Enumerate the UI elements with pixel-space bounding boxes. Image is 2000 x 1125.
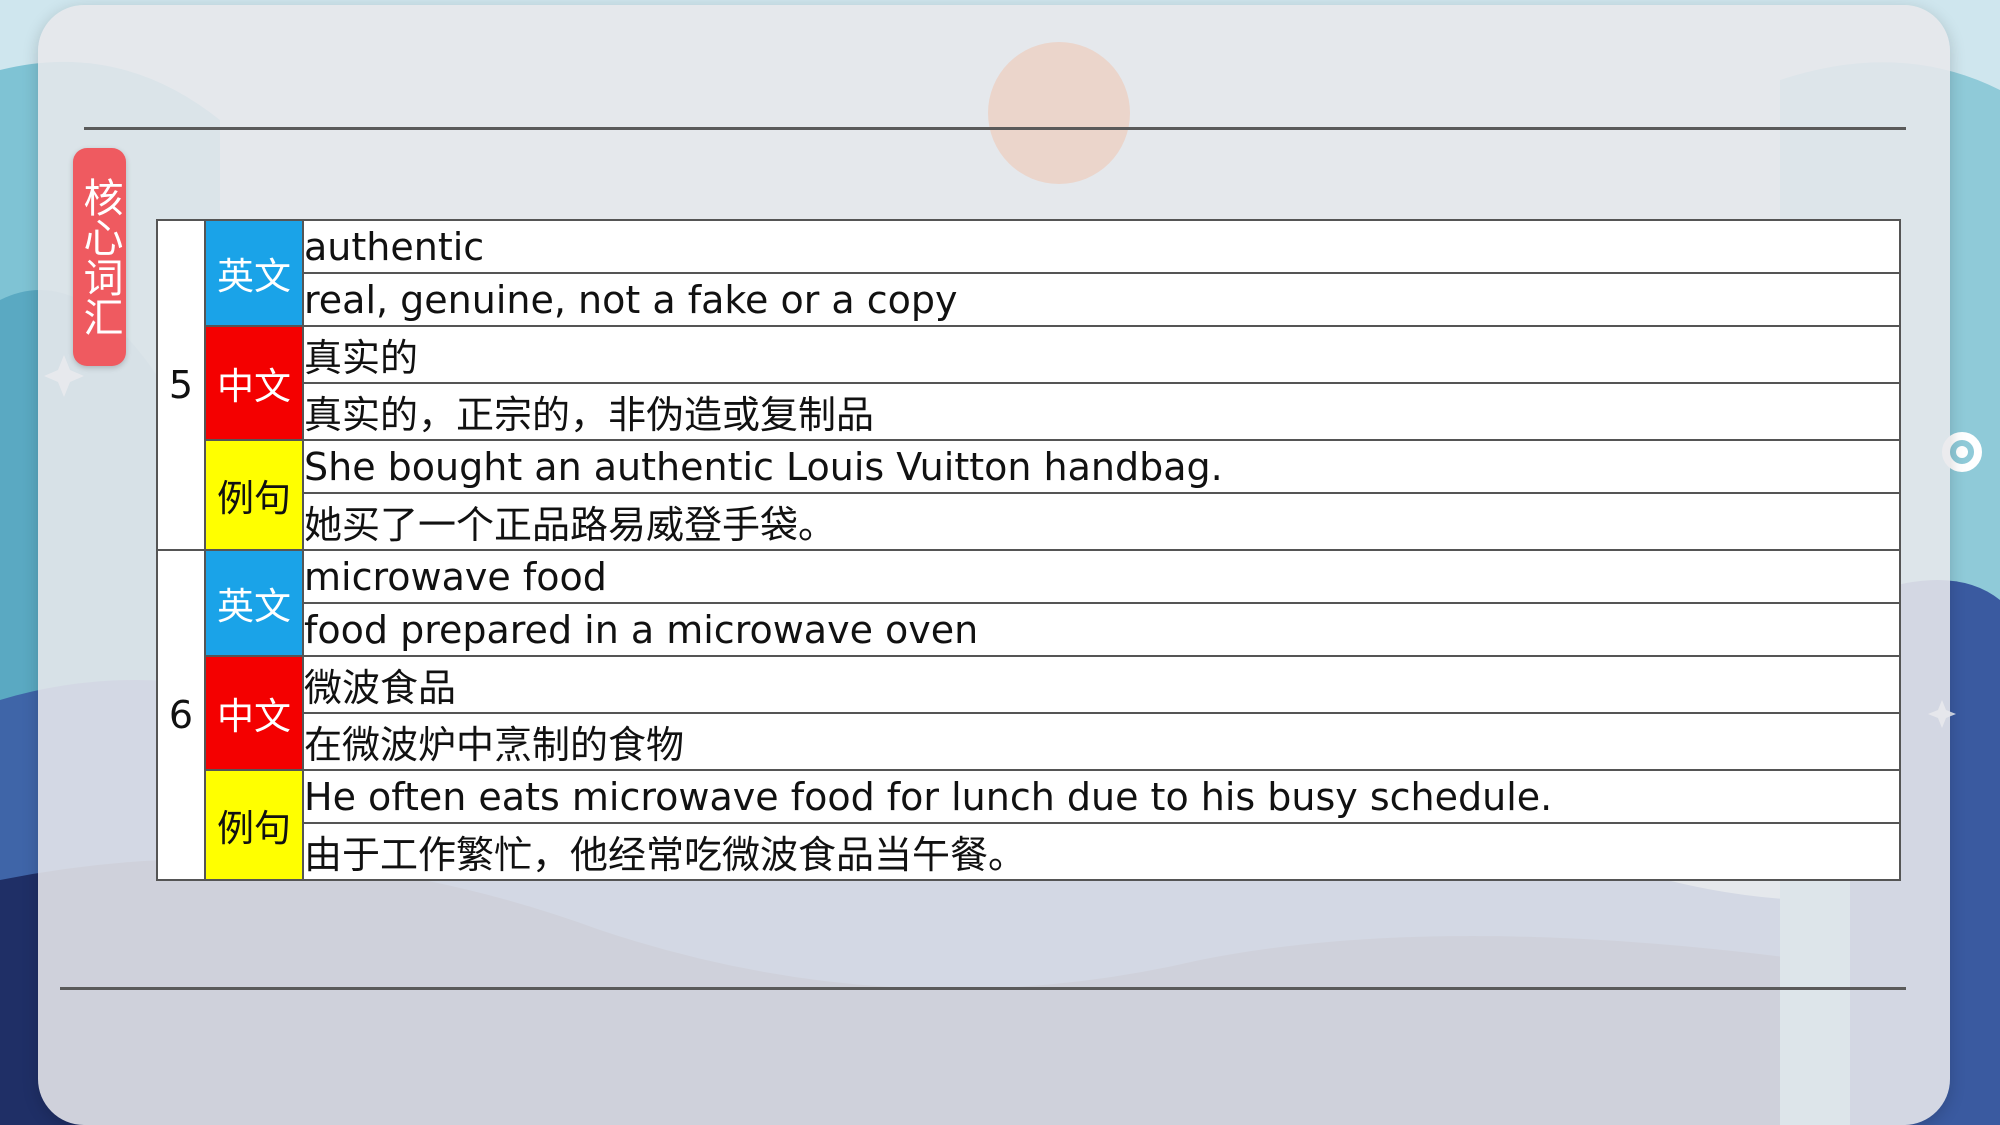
vocabulary-table: 5 英文 authentic real, genuine, not a fake…	[156, 219, 1901, 881]
table-row: 由于工作繁忙，他经常吃微波食品当午餐。	[157, 822, 1901, 881]
table-row: real, genuine, not a fake or a copy	[157, 272, 1901, 327]
entry-number: 6	[156, 549, 206, 881]
side-tag-label: 核心词汇	[76, 177, 123, 337]
chinese-tag: 中文	[204, 325, 304, 441]
bottom-divider	[60, 987, 1906, 990]
translation-detail-text: 在微波炉中烹制的食物	[302, 712, 1901, 771]
table-row: 例句 He often eats microwave food for lunc…	[157, 769, 1901, 881]
table-row: 在微波炉中烹制的食物	[157, 712, 1901, 771]
english-tag: 英文	[204, 549, 304, 657]
chinese-tag: 中文	[204, 655, 304, 771]
translation-text: 真实的	[302, 325, 1901, 384]
definition-text: real, genuine, not a fake or a copy	[302, 272, 1901, 327]
table-row: 她买了一个正品路易威登手袋。	[157, 492, 1901, 551]
example-translation-text: 她买了一个正品路易威登手袋。	[302, 492, 1901, 551]
word-text: authentic	[302, 219, 1901, 274]
entry-number: 5	[156, 219, 206, 551]
word-text: microwave food	[302, 549, 1901, 604]
table-row: 中文 真实的	[157, 325, 1901, 441]
translation-text: 微波食品	[302, 655, 1901, 714]
table-row: food prepared in a microwave oven	[157, 602, 1901, 657]
example-text: He often eats microwave food for lunch d…	[302, 769, 1901, 824]
english-tag: 英文	[204, 219, 304, 327]
example-translation-text: 由于工作繁忙，他经常吃微波食品当午餐。	[302, 822, 1901, 881]
table-row: 中文 微波食品	[157, 655, 1901, 771]
top-divider	[84, 127, 1906, 130]
side-tag: 核心词汇	[73, 148, 126, 366]
table-row: 真实的，正宗的，非伪造或复制品	[157, 382, 1901, 441]
table-row: 例句 She bought an authentic Louis Vuitton…	[157, 439, 1901, 551]
table-row: 5 英文 authentic	[156, 219, 1901, 551]
table-row: 6 英文 microwave food	[156, 549, 1901, 881]
definition-text: food prepared in a microwave oven	[302, 602, 1901, 657]
sun-decoration	[988, 42, 1130, 184]
example-tag: 例句	[204, 439, 304, 551]
translation-detail-text: 真实的，正宗的，非伪造或复制品	[302, 382, 1901, 441]
example-tag: 例句	[204, 769, 304, 881]
example-text: She bought an authentic Louis Vuitton ha…	[302, 439, 1901, 494]
